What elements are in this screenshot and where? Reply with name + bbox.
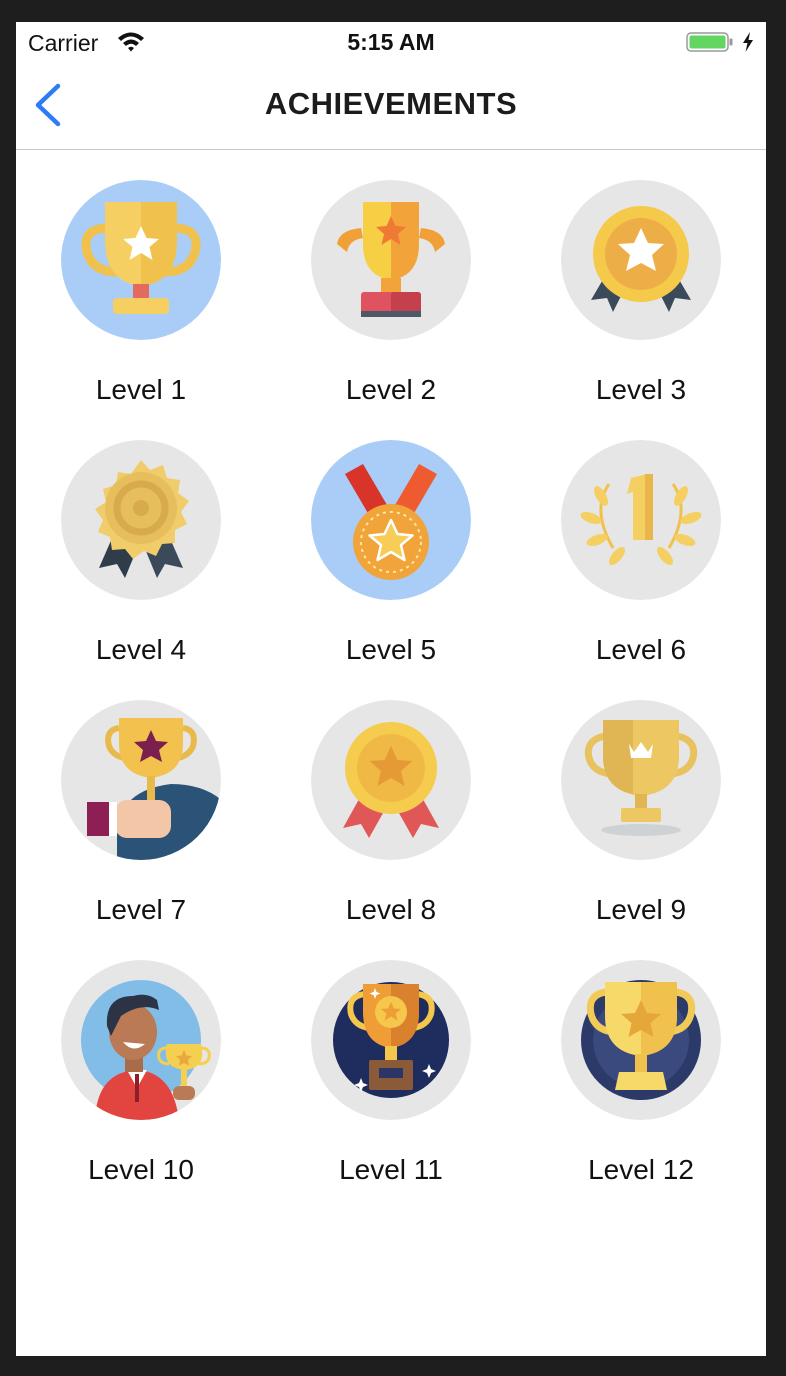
achievement-level-8[interactable]: Level 8 bbox=[266, 700, 516, 960]
navigation-bar: ACHIEVEMENTS bbox=[16, 62, 766, 150]
crown-trophy-icon bbox=[561, 700, 721, 860]
level-label: Level 8 bbox=[345, 894, 437, 925]
level-label: Level 2 bbox=[345, 374, 437, 405]
badge-level-2 bbox=[311, 180, 471, 340]
badge-level-10 bbox=[61, 960, 221, 1120]
achievement-level-10[interactable]: Level 10 bbox=[16, 960, 266, 1220]
achievement-level-1[interactable]: Level 1 bbox=[16, 180, 266, 440]
level-label: Level 7 bbox=[95, 894, 187, 925]
level-label: Level 6 bbox=[595, 634, 687, 665]
badge-level-1 bbox=[61, 180, 221, 340]
achievement-level-2[interactable]: Level 2 bbox=[266, 180, 516, 440]
badge-level-8 bbox=[311, 700, 471, 860]
clock: 5:15 AM bbox=[347, 29, 435, 55]
badge-level-4 bbox=[61, 440, 221, 600]
level-label: Level 12 bbox=[588, 1154, 694, 1185]
badge-level-11 bbox=[311, 960, 471, 1120]
badge-level-7 bbox=[61, 700, 221, 860]
rosette-badge-icon bbox=[61, 440, 221, 600]
trophy-night-icon bbox=[311, 960, 471, 1120]
winner-person-icon bbox=[61, 960, 221, 1120]
battery-icon bbox=[686, 32, 733, 52]
star-medal-icon bbox=[561, 180, 721, 340]
achievement-level-7[interactable]: Level 7 bbox=[16, 700, 266, 960]
achievement-level-11[interactable]: Level 11 bbox=[266, 960, 516, 1220]
level-label: Level 3 bbox=[595, 374, 687, 405]
status-bar: Carrier 5:15 AM bbox=[16, 22, 766, 62]
achievement-level-12[interactable]: Level 12 bbox=[516, 960, 766, 1220]
laurel-number-one-icon bbox=[561, 440, 721, 600]
trophy-cup-icon bbox=[311, 180, 471, 340]
badge-level-3 bbox=[561, 180, 721, 340]
phone-screen: Carrier 5:15 AM ACHIEVEMENTS Level 1 Lev… bbox=[16, 22, 766, 1356]
ribbon-medal-icon bbox=[311, 440, 471, 600]
achievement-level-3[interactable]: Level 3 bbox=[516, 180, 766, 440]
charging-bolt-icon bbox=[743, 32, 753, 52]
badge-level-5 bbox=[311, 440, 471, 600]
achievement-level-4[interactable]: Level 4 bbox=[16, 440, 266, 700]
star-rosette-icon bbox=[311, 700, 471, 860]
hand-holding-trophy-icon bbox=[61, 700, 221, 860]
level-label: Level 10 bbox=[88, 1154, 194, 1185]
level-label: Level 9 bbox=[595, 894, 687, 925]
achievement-level-9[interactable]: Level 9 bbox=[516, 700, 766, 960]
trophy-star-icon bbox=[61, 180, 221, 340]
page-title: ACHIEVEMENTS bbox=[264, 86, 518, 121]
badge-level-9 bbox=[561, 700, 721, 860]
badge-level-6 bbox=[561, 440, 721, 600]
level-label: Level 11 bbox=[339, 1154, 443, 1185]
achievement-level-6[interactable]: Level 6 bbox=[516, 440, 766, 700]
level-label: Level 1 bbox=[95, 374, 187, 405]
achievement-level-5[interactable]: Level 5 bbox=[266, 440, 516, 700]
badge-level-12 bbox=[561, 960, 721, 1120]
level-label: Level 4 bbox=[95, 634, 187, 665]
trophy-dark-icon bbox=[561, 960, 721, 1120]
level-label: Level 5 bbox=[345, 634, 437, 665]
